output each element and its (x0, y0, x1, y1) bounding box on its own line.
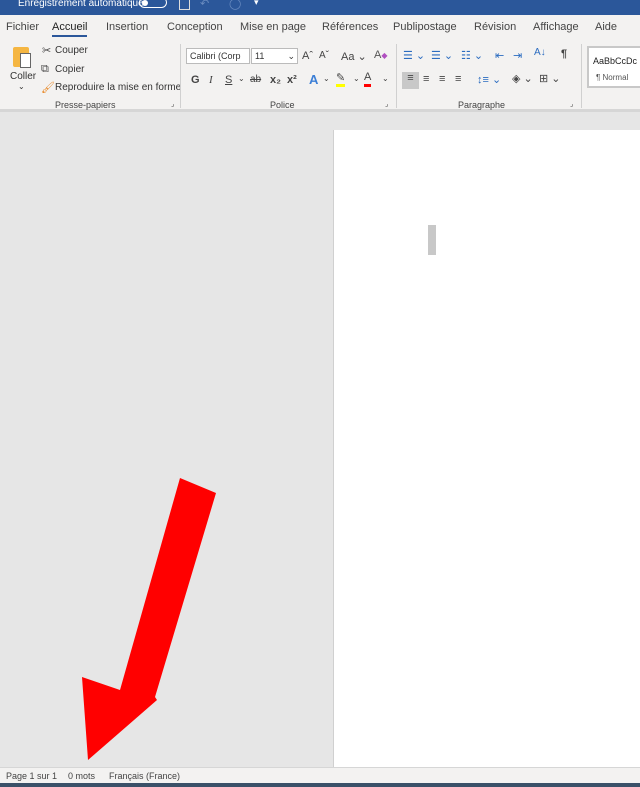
taskbar (0, 783, 640, 787)
page-count[interactable]: Page 1 sur 1 (6, 771, 57, 781)
language[interactable]: Français (France) (109, 771, 180, 781)
word-count[interactable]: 0 mots (68, 771, 95, 781)
status-bar: Page 1 sur 1 0 mots Français (France) (0, 767, 640, 783)
red-arrow (82, 478, 216, 760)
red-arrow-annotation (82, 478, 216, 760)
